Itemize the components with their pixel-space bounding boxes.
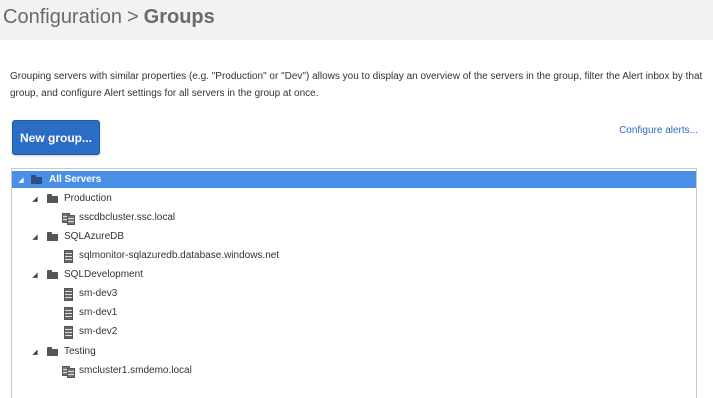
tree-item-label: sqlmonitor-sqlazuredb.database.windows.n… [79,250,280,261]
tree-item-label: smcluster1.smdemo.local [79,365,192,376]
folder-icon [47,231,59,243]
tree-item-label: SQLAzureDB [64,231,125,242]
tree-item-all-servers[interactable]: ◢ All Servers [12,171,696,188]
folder-icon [47,193,59,205]
tree-item-label: SQLDevelopment [64,269,143,280]
tree-item-group-sqldevelopment[interactable]: ◢ SQLDevelopment [12,266,696,283]
folder-icon [47,269,59,281]
tree-item-server[interactable]: sm-dev3 [12,285,696,302]
tree-item-label: Testing [64,346,96,357]
tree-item-label: sm-dev2 [79,326,118,337]
collapse-toggle-icon[interactable]: ◢ [30,270,40,280]
server-icon [62,306,74,320]
tree-item-label: Production [64,193,112,204]
tree-item-group-production[interactable]: ◢ Production [12,190,696,207]
cluster-icon [62,212,75,225]
page-header: Configuration > Groups [0,0,713,40]
collapse-toggle-icon[interactable]: ◢ [16,175,26,185]
breadcrumb-parent[interactable]: Configuration [3,6,122,28]
groups-description: Grouping servers with similar properties… [10,71,703,99]
cluster-icon [62,365,75,378]
page-title: Configuration > Groups [3,6,215,29]
group-tree: ◢ All Servers ◢ Production sscdbcluster.… [11,168,697,398]
server-icon [62,249,74,263]
new-group-button[interactable]: New group... [12,120,100,155]
tree-item-group-sqlazuredb[interactable]: ◢ SQLAzureDB [12,228,696,245]
tree-item-server[interactable]: sm-dev2 [12,323,696,340]
collapse-toggle-icon[interactable]: ◢ [30,194,40,204]
folder-icon [31,174,43,186]
tree-item-server[interactable]: sqlmonitor-sqlazuredb.database.windows.n… [12,247,696,264]
server-icon [62,287,74,301]
tree-item-label: sscdbcluster.ssc.local [79,212,176,223]
tree-item-server[interactable]: sscdbcluster.ssc.local [12,209,696,226]
tree-item-server[interactable]: sm-dev1 [12,304,696,321]
configure-alerts-link[interactable]: Configure alerts... [619,125,698,136]
breadcrumb-separator: > [126,6,139,28]
tree-item-label: sm-dev1 [79,307,118,318]
tree-item-label: All Servers [49,174,102,185]
tree-item-server[interactable]: smcluster1.smdemo.local [12,362,696,379]
tree-item-label: sm-dev3 [79,288,118,299]
breadcrumb-current: Groups [143,6,215,28]
collapse-toggle-icon[interactable]: ◢ [30,347,40,357]
tree-item-group-testing[interactable]: ◢ Testing [12,343,696,360]
folder-icon [47,346,59,358]
server-icon [62,325,74,339]
collapse-toggle-icon[interactable]: ◢ [30,232,40,242]
